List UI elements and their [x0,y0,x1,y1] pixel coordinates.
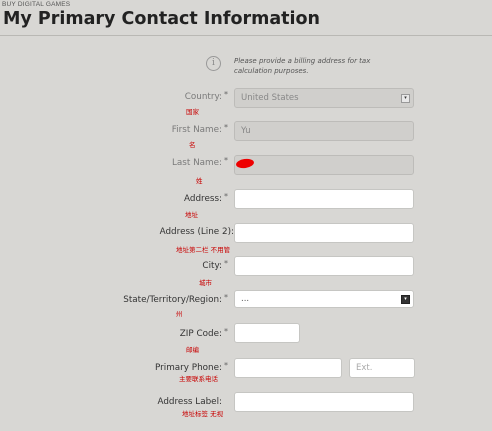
phone-ext-field[interactable]: Ext. [349,358,415,378]
country-note: 国家 [186,108,199,116]
address-line2-field[interactable] [234,223,414,243]
address-label-field[interactable] [234,392,414,412]
city-note: 城市 [199,279,212,287]
info-icon: i [206,56,221,71]
address-note: 地址 [185,211,198,219]
first-name-note: 名 [189,141,196,149]
page-title: My Primary Contact Information [3,9,320,29]
required-marker: * [224,259,228,268]
required-marker: * [224,327,228,336]
country-select[interactable]: United States ▾ [234,88,414,108]
last-name-label: Last Name: [171,158,222,168]
header: BUY DIGITAL GAMES My Primary Contact Inf… [0,0,492,36]
city-label: City: [202,261,222,271]
address-line2-label: Address (Line 2): [159,227,234,237]
address-label: Address: [184,194,222,204]
first-name-field[interactable]: Yu [234,121,414,141]
required-marker: * [224,293,228,302]
zip-field[interactable] [234,323,300,343]
state-value: ... [241,294,250,304]
first-name-value: Yu [241,126,251,136]
address-label-note: 地址标签 无视 [182,410,224,418]
chevron-down-icon[interactable]: ▾ [401,94,410,103]
last-name-field[interactable] [234,155,414,175]
address-line2-note: 地址第二栏 不用管 [176,246,231,254]
zip-note: 邮编 [186,346,199,354]
phone-label: Primary Phone: [154,363,222,373]
required-marker: * [224,361,228,370]
phone-note: 主要联系电话 [179,375,218,383]
required-marker: * [224,156,228,165]
state-note: 州 [176,310,183,318]
state-label: State/Territory/Region: [123,295,222,305]
required-marker: * [224,90,228,99]
state-select[interactable]: ... ▾ [234,290,414,308]
chevron-down-icon[interactable]: ▾ [401,295,410,304]
address-field[interactable] [234,189,414,209]
country-label: Country: [184,92,222,102]
breadcrumb[interactable]: BUY DIGITAL GAMES [2,1,70,8]
city-field[interactable] [234,256,414,276]
phone-ext-placeholder: Ext. [356,363,373,373]
last-name-note: 姓 [196,177,203,185]
required-marker: * [224,123,228,132]
info-text: Please provide a billing address for tax… [234,57,371,75]
required-marker: * [224,192,228,201]
zip-label: ZIP Code: [179,329,222,339]
country-value: United States [241,93,299,103]
first-name-label: First Name: [171,125,222,135]
address-label-label: Address Label: [157,397,222,407]
phone-field[interactable] [234,358,342,378]
